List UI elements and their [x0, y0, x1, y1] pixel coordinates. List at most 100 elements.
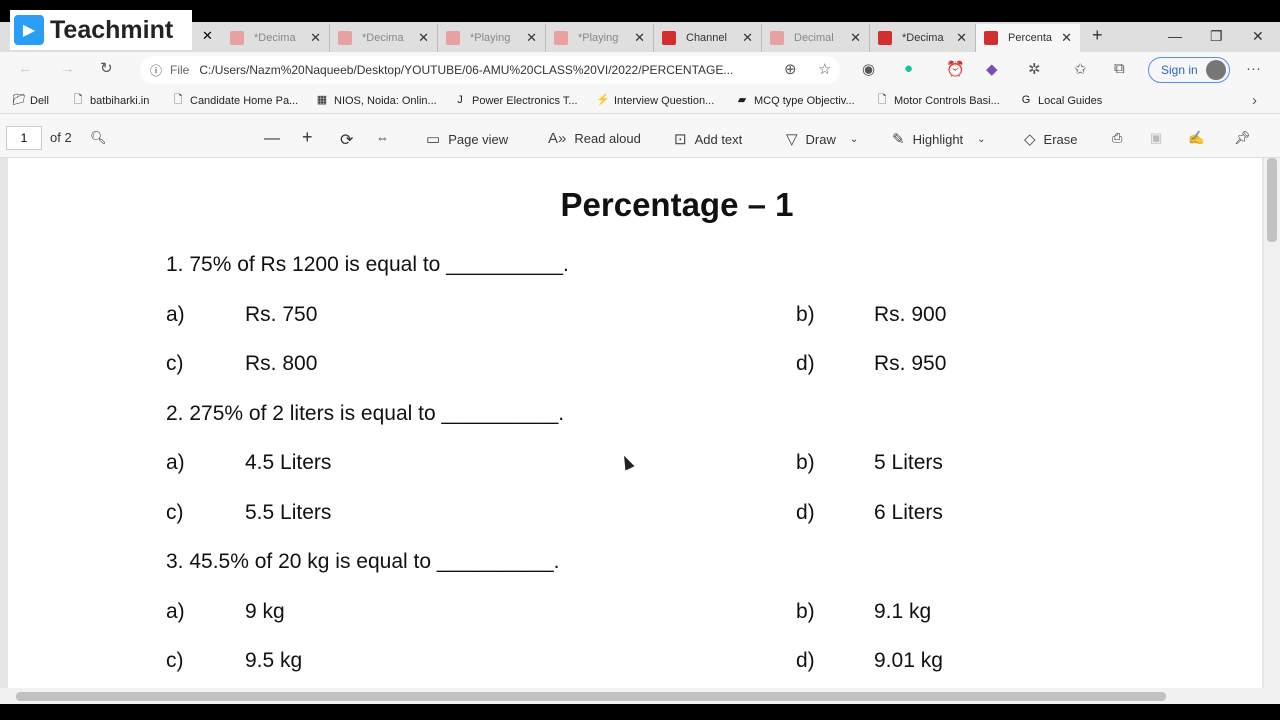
- close-tab-icon[interactable]: ✕: [310, 30, 321, 46]
- read-aloud-button[interactable]: A» Read aloud: [548, 130, 641, 147]
- close-tab-icon[interactable]: ✕: [1061, 30, 1072, 46]
- option-label: d): [796, 352, 815, 375]
- add-text-icon: ⊡: [674, 131, 687, 148]
- pdf-icon: [878, 31, 892, 45]
- chevron-right-icon[interactable]: ›: [1252, 92, 1257, 109]
- extension-icon[interactable]: ◆: [986, 60, 998, 78]
- pdf-icon: [446, 31, 460, 45]
- tab-label: Channel: [686, 32, 727, 44]
- rotate-icon[interactable]: ⟳: [340, 130, 353, 150]
- refresh-icon[interactable]: ↻: [100, 59, 113, 77]
- option-b: 5 Liters: [874, 451, 943, 474]
- extensions-icon[interactable]: ✲: [1028, 60, 1041, 78]
- collections-icon[interactable]: ⧉: [1114, 60, 1125, 77]
- close-tab-icon[interactable]: ✕: [634, 30, 645, 46]
- horizontal-scrollbar-thumb[interactable]: [16, 692, 1166, 701]
- option-label: a): [166, 451, 185, 474]
- page-view-icon: ▭: [426, 131, 441, 148]
- pdf-icon: [338, 31, 352, 45]
- option-label: c): [166, 649, 184, 672]
- tab[interactable]: *Playing ✕: [546, 24, 654, 52]
- address-input[interactable]: ⓘ File C:/Users/Nazm%20Naqueeb/Desktop/YOU…: [140, 56, 840, 84]
- highlight-icon: ✎: [892, 131, 905, 148]
- bookmark-item[interactable]: ▦ NIOS, Noida: Onlin...: [316, 94, 437, 107]
- bookmark-item[interactable]: 📁︎ Dell: [12, 94, 49, 107]
- option-b: 9.1 kg: [874, 599, 932, 623]
- extension-icon[interactable]: ◉: [862, 60, 875, 78]
- grammarly-icon[interactable]: ●: [904, 60, 913, 77]
- bookmark-item[interactable]: G Local Guides: [1020, 94, 1103, 107]
- bookmark-item[interactable]: 🗋 Motor Controls Basi...: [876, 94, 1000, 107]
- tab-label: *Playing: [578, 32, 619, 44]
- chevron-down-icon[interactable]: ⌄: [850, 134, 858, 145]
- tab[interactable]: *Decima ✕: [222, 24, 330, 52]
- bookmark-item[interactable]: ⚡ Interview Question...: [596, 94, 714, 107]
- close-tab-icon[interactable]: ✕: [418, 30, 429, 46]
- bookmark-icon: ▦: [316, 94, 328, 106]
- teachmint-logo-icon: ▶: [14, 15, 44, 45]
- page-number-input[interactable]: 1: [6, 126, 42, 150]
- new-tab-button[interactable]: +: [1092, 25, 1103, 46]
- draw-icon: ▽: [786, 131, 798, 148]
- read-aloud-icon: A»: [548, 130, 567, 147]
- tab-label: *Playing: [470, 32, 511, 44]
- tab[interactable]: Channel ✕: [654, 24, 762, 52]
- option-a: Rs. 750: [245, 302, 318, 326]
- close-window-button[interactable]: ✕: [1252, 28, 1264, 45]
- tab[interactable]: Percenta ✕: [976, 24, 1080, 52]
- youtube-icon: [662, 31, 676, 45]
- option-label: b): [796, 302, 815, 326]
- highlight-button[interactable]: ✎ Highlight ⌄: [892, 130, 986, 148]
- bookmark-item[interactable]: J Power Electronics T...: [454, 94, 577, 107]
- info-icon: ⓘ: [150, 63, 163, 78]
- vertical-scrollbar-thumb[interactable]: [1267, 158, 1277, 242]
- save-as-icon[interactable]: ✍: [1188, 130, 1204, 146]
- tab[interactable]: *Decima ✕: [870, 24, 976, 52]
- forward-icon[interactable]: →: [60, 60, 75, 77]
- option-label: b): [796, 599, 815, 623]
- zoom-out-icon[interactable]: —: [264, 130, 280, 148]
- option-c: Rs. 800: [245, 352, 318, 375]
- zoom-icon[interactable]: ⊕: [784, 60, 797, 78]
- more-icon[interactable]: ···: [1246, 60, 1261, 77]
- page-view-button[interactable]: ▭ Page view: [426, 130, 508, 148]
- tab[interactable]: *Decima ✕: [330, 24, 438, 52]
- alarm-extension-icon[interactable]: ⏰: [946, 60, 965, 78]
- tab-label: *Decima: [362, 32, 404, 44]
- print-icon[interactable]: ⎙: [1112, 130, 1122, 146]
- bookmark-icon: 🗋: [877, 94, 887, 106]
- save-icon[interactable]: ▣: [1150, 130, 1162, 146]
- draw-button[interactable]: ▽ Draw ⌄: [786, 130, 858, 148]
- tab[interactable]: *Playing ✕: [438, 24, 546, 52]
- search-icon[interactable]: 🔍︎: [90, 130, 107, 146]
- back-icon[interactable]: ←: [18, 60, 33, 77]
- close-tab-icon[interactable]: ✕: [850, 30, 861, 46]
- sign-in-button[interactable]: Sign in: [1148, 57, 1230, 83]
- close-tab-icon[interactable]: ✕: [742, 30, 753, 46]
- favorites-icon[interactable]: ✩: [1074, 60, 1087, 78]
- favorite-add-icon[interactable]: ☆: [818, 60, 831, 78]
- pdf-icon: [230, 31, 244, 45]
- bookmark-icon: J: [457, 94, 463, 106]
- restore-button[interactable]: ❐: [1210, 28, 1223, 45]
- close-tab-icon[interactable]: ✕: [526, 30, 537, 46]
- fit-page-icon[interactable]: ⇔: [376, 130, 389, 145]
- question-text: 1. 75% of Rs 1200 is equal to __________…: [166, 253, 569, 276]
- tab[interactable]: Decimal ✕: [762, 24, 870, 52]
- bookmark-item[interactable]: 🗋 batbiharki.in: [72, 94, 150, 107]
- bookmark-icon: ▰: [737, 94, 747, 106]
- option-a: 9 kg: [245, 599, 285, 623]
- add-text-button[interactable]: ⊡ Add text: [674, 130, 742, 148]
- pdf-icon: [770, 31, 784, 45]
- pin-icon[interactable]: 📌︎: [1234, 130, 1251, 146]
- erase-button[interactable]: ◇ Erase: [1024, 130, 1078, 148]
- minimize-button[interactable]: —: [1168, 28, 1182, 44]
- bookmark-icon: 📁︎: [12, 94, 26, 106]
- bookmark-item[interactable]: ▰ MCQ type Objectiv...: [736, 94, 855, 107]
- close-tab-icon[interactable]: ✕: [956, 30, 967, 46]
- chevron-down-icon[interactable]: ⌄: [977, 134, 985, 145]
- close-tab-icon[interactable]: ✕: [202, 28, 213, 44]
- zoom-in-icon[interactable]: +: [302, 127, 313, 148]
- bookmark-item[interactable]: 🗋 Candidate Home Pa...: [172, 94, 299, 107]
- pdf-icon: [554, 31, 568, 45]
